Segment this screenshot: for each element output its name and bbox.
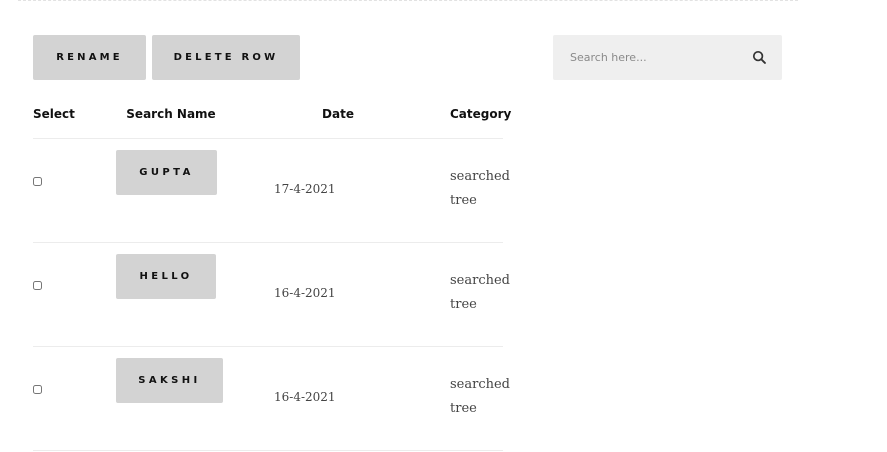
search-name-button[interactable]: SAKSHI bbox=[116, 358, 223, 403]
row-category: searched tree bbox=[450, 273, 510, 312]
header-category: Category bbox=[450, 107, 512, 121]
search-name-button[interactable]: HELLO bbox=[116, 254, 216, 299]
search-input[interactable] bbox=[553, 35, 743, 80]
rename-button[interactable]: RENAME bbox=[33, 35, 146, 80]
table-row: GUPTA 17-4-2021 searched tree bbox=[0, 139, 520, 243]
search-icon[interactable] bbox=[752, 50, 767, 65]
table-row: HELLO 16-4-2021 searched tree bbox=[0, 243, 520, 347]
row-select-checkbox[interactable] bbox=[33, 177, 42, 186]
delete-row-button[interactable]: DELETE ROW bbox=[152, 35, 300, 80]
search-name-button[interactable]: GUPTA bbox=[116, 150, 217, 195]
row-category: searched tree bbox=[450, 377, 510, 416]
row-select-checkbox[interactable] bbox=[33, 281, 42, 290]
header-date: Date bbox=[322, 107, 354, 121]
row-date: 16-4-2021 bbox=[274, 286, 336, 300]
row-date: 17-4-2021 bbox=[274, 182, 336, 196]
header-search-name: Search Name bbox=[126, 107, 216, 121]
search-box bbox=[553, 35, 782, 80]
row-date: 16-4-2021 bbox=[274, 390, 336, 404]
table-row: SAKSHI 16-4-2021 searched tree bbox=[0, 347, 520, 451]
row-select-checkbox[interactable] bbox=[33, 385, 42, 394]
header-select: Select bbox=[33, 107, 75, 121]
row-divider bbox=[33, 450, 503, 451]
row-category: searched tree bbox=[450, 169, 510, 208]
top-divider bbox=[18, 0, 798, 1]
